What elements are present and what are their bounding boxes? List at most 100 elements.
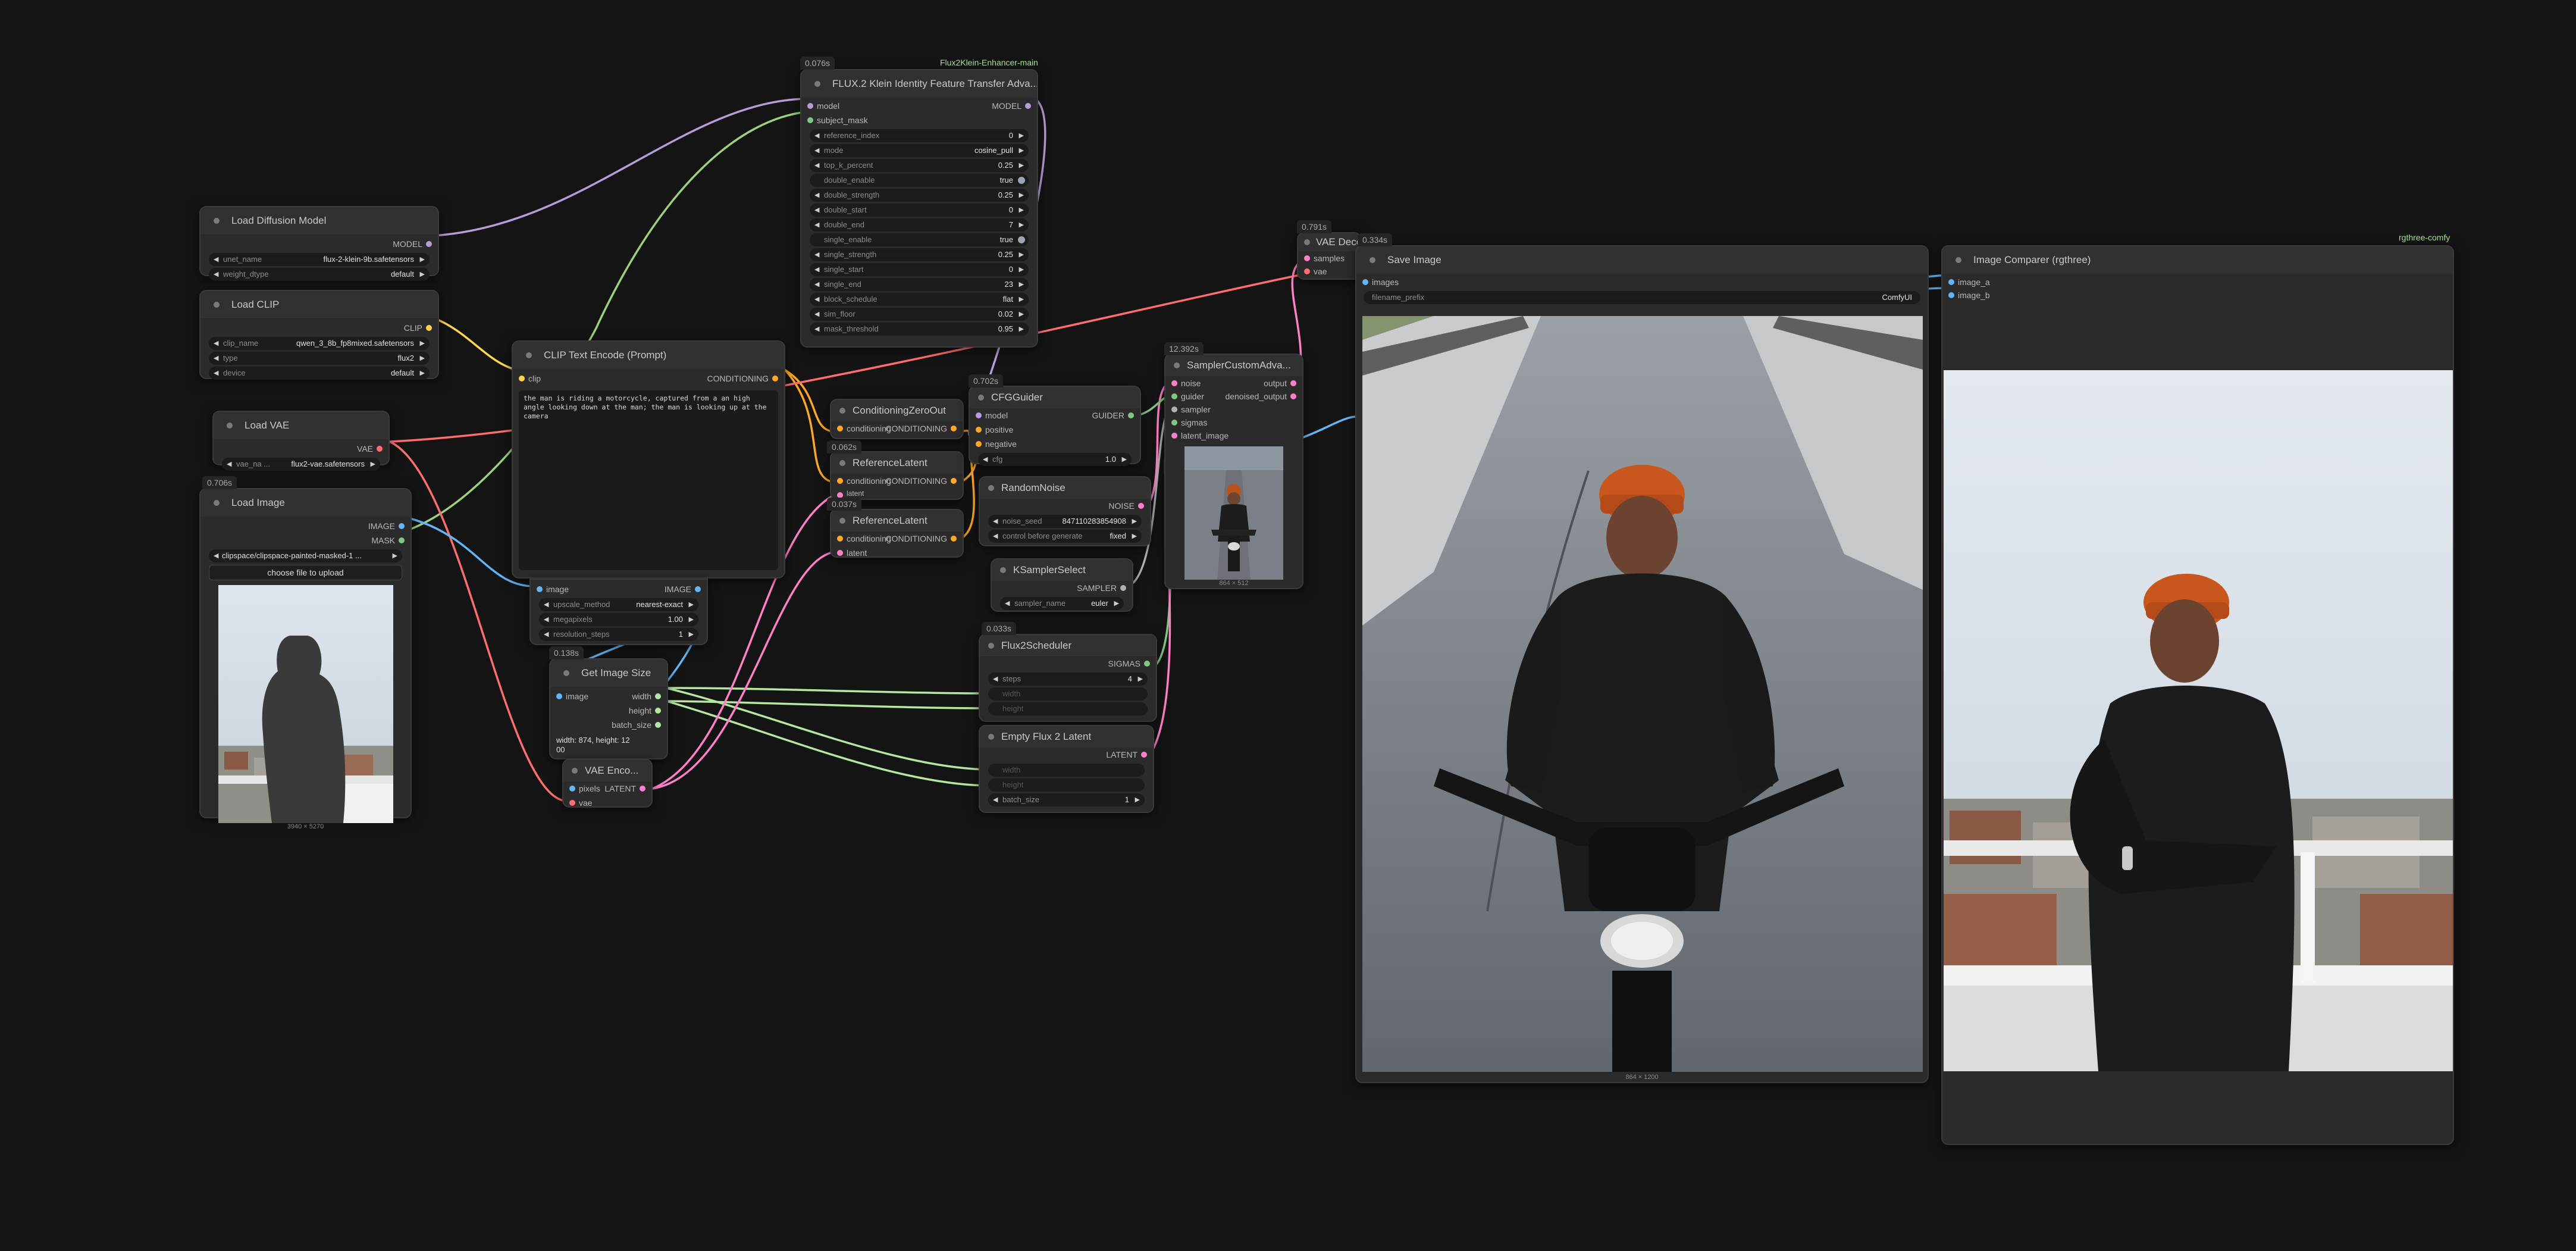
collapse-dot-icon[interactable] bbox=[1304, 239, 1310, 245]
arrow-left-icon[interactable]: ◀ bbox=[814, 144, 819, 157]
collapse-dot-icon[interactable] bbox=[988, 485, 994, 491]
collapse-dot-icon[interactable] bbox=[526, 352, 532, 358]
node-title[interactable]: SamplerCustomAdva... bbox=[1165, 355, 1302, 376]
output-mask[interactable]: MASK bbox=[371, 533, 405, 548]
widget-upscale-method[interactable]: ◀ upscale_method nearest-exact ▶ bbox=[539, 598, 698, 611]
output-noise[interactable]: NOISE bbox=[1108, 499, 1144, 513]
widget-vae-name[interactable]: ◀ vae_na ... flux2-vae.safetensors ▶ bbox=[222, 458, 380, 471]
node-vae-encode[interactable]: VAE Enco... pixels LATENT vae bbox=[562, 759, 653, 808]
widget-clip-name[interactable]: ◀ clip_name qwen_3_8b_fp8mixed.safetensors… bbox=[209, 337, 430, 350]
input-image-b[interactable]: image_b bbox=[1948, 288, 1990, 302]
output-vae[interactable]: VAE bbox=[357, 442, 383, 456]
output-height[interactable]: height bbox=[629, 703, 662, 718]
arrow-left-icon[interactable]: ◀ bbox=[214, 549, 218, 562]
node-sampler-custom-advanced[interactable]: SamplerCustomAdva... noise output guider… bbox=[1164, 354, 1303, 589]
node-vae-decode[interactable]: VAE Deco... samples vae bbox=[1297, 232, 1361, 280]
widget-mode[interactable]: ◀ mode cosine_pull ▶ bbox=[810, 144, 1029, 157]
output-batch-size[interactable]: batch_size bbox=[612, 718, 661, 732]
node-flux-identity-transfer[interactable]: FLUX.2 Klein Identity Feature Transfer A… bbox=[800, 69, 1038, 348]
arrow-left-icon[interactable]: ◀ bbox=[544, 613, 549, 626]
node-reference-latent-1[interactable]: ReferenceLatent conditioning CONDITIONIN… bbox=[830, 451, 964, 500]
input-samples[interactable]: samples bbox=[1304, 251, 1345, 265]
widget-image-file[interactable]: ◀ clipspace/clipspace-painted-masked-1 ..… bbox=[209, 549, 402, 562]
input-image-a[interactable]: image_a bbox=[1948, 275, 1990, 289]
collapse-dot-icon[interactable] bbox=[839, 518, 845, 524]
node-cfg-guider[interactable]: CFGGuider model GUIDER positive negative… bbox=[969, 386, 1141, 466]
widget-noise-seed[interactable]: ◀ noise_seed 847110283854908 ▶ bbox=[988, 515, 1142, 528]
node-title[interactable]: VAE Deco... bbox=[1298, 233, 1360, 251]
node-ksampler-select[interactable]: KSamplerSelect SAMPLER ◀ sampler_name eule… bbox=[991, 558, 1133, 612]
output-conditioning[interactable]: CONDITIONING bbox=[886, 474, 957, 488]
arrow-right-icon[interactable]: ▶ bbox=[420, 337, 425, 350]
arrow-left-icon[interactable]: ◀ bbox=[814, 159, 819, 172]
collapse-dot-icon[interactable] bbox=[839, 460, 845, 466]
input-negative[interactable]: negative bbox=[976, 437, 1017, 451]
arrow-right-icon[interactable]: ▶ bbox=[689, 598, 694, 611]
input-clip[interactable]: clip bbox=[519, 371, 541, 386]
arrow-left-icon[interactable]: ◀ bbox=[983, 453, 988, 466]
widget-top-k-percent[interactable]: ◀ top_k_percent 0.25 ▶ bbox=[810, 159, 1029, 172]
widget-block-schedule[interactable]: ◀ block_schedule flat ▶ bbox=[810, 293, 1029, 306]
node-load-image[interactable]: Load Image IMAGE MASK ◀ clipspace/clipspa… bbox=[199, 488, 412, 830]
input-image[interactable]: image bbox=[537, 582, 569, 596]
arrow-right-icon[interactable]: ▶ bbox=[1019, 204, 1024, 217]
arrow-right-icon[interactable]: ▶ bbox=[1132, 530, 1137, 543]
node-load-vae[interactable]: Load VAE VAE ◀ vae_na ... flux2-vae.safete… bbox=[212, 411, 390, 471]
widget-megapixels[interactable]: ◀ megapixels 1.00 ▶ bbox=[539, 613, 698, 626]
arrow-left-icon[interactable]: ◀ bbox=[544, 598, 549, 611]
widget-weight-dtype[interactable]: ◀ weight_dtype default ▶ bbox=[209, 268, 430, 281]
widget-sampler-name[interactable]: ◀ sampler_name euler ▶ bbox=[1000, 597, 1124, 610]
input-conditioning[interactable]: conditioning bbox=[837, 421, 891, 436]
arrow-right-icon[interactable]: ▶ bbox=[420, 253, 425, 266]
arrow-right-icon[interactable]: ▶ bbox=[1019, 159, 1024, 172]
arrow-left-icon[interactable]: ◀ bbox=[993, 793, 998, 806]
collapse-dot-icon[interactable] bbox=[988, 643, 994, 649]
input-latent-image[interactable]: latent_image bbox=[1171, 429, 1229, 443]
output-latent[interactable]: LATENT bbox=[1106, 748, 1147, 762]
output-clip[interactable]: CLIP bbox=[404, 321, 433, 335]
arrow-left-icon[interactable]: ◀ bbox=[993, 673, 998, 686]
widget-filename-prefix[interactable]: filename_prefix ComfyUI bbox=[1364, 291, 1920, 304]
arrow-right-icon[interactable]: ▶ bbox=[1019, 144, 1024, 157]
arrow-left-icon[interactable]: ◀ bbox=[214, 253, 218, 266]
input-conditioning[interactable]: conditioning bbox=[837, 474, 891, 488]
node-empty-flux2-latent[interactable]: Empty Flux 2 Latent LATENT width height … bbox=[979, 725, 1154, 813]
collapse-dot-icon[interactable] bbox=[839, 408, 845, 414]
node-title[interactable]: Flux2Scheduler bbox=[980, 635, 1156, 656]
node-title[interactable]: Save Image bbox=[1356, 246, 1928, 274]
toggle-knob-icon[interactable] bbox=[1018, 236, 1025, 243]
arrow-left-icon[interactable]: ◀ bbox=[993, 530, 998, 543]
output-image[interactable]: IMAGE bbox=[368, 519, 405, 533]
node-conditioning-zero-out[interactable]: ConditioningZeroOut conditioning CONDITI… bbox=[830, 399, 964, 439]
arrow-left-icon[interactable]: ◀ bbox=[814, 263, 819, 276]
arrow-left-icon[interactable]: ◀ bbox=[1005, 597, 1010, 610]
arrow-right-icon[interactable]: ▶ bbox=[1114, 597, 1119, 610]
node-title[interactable]: Get Image Size bbox=[550, 659, 667, 687]
arrow-left-icon[interactable]: ◀ bbox=[814, 308, 819, 321]
input-pixels[interactable]: pixels bbox=[569, 781, 600, 796]
widget-batch-size[interactable]: ◀ batch_size 1 ▶ bbox=[988, 793, 1145, 806]
upload-button[interactable]: choose file to upload bbox=[209, 565, 402, 580]
widget-cfg[interactable]: ◀ cfg 1.0 ▶ bbox=[978, 453, 1132, 466]
arrow-left-icon[interactable]: ◀ bbox=[214, 352, 218, 365]
output-latent[interactable]: LATENT bbox=[604, 781, 645, 796]
widget-double-end[interactable]: ◀ double_end 7 ▶ bbox=[810, 218, 1029, 232]
arrow-right-icon[interactable]: ▶ bbox=[420, 268, 425, 281]
arrow-right-icon[interactable]: ▶ bbox=[1135, 793, 1140, 806]
arrow-left-icon[interactable]: ◀ bbox=[814, 248, 819, 261]
arrow-right-icon[interactable]: ▶ bbox=[1019, 189, 1024, 202]
arrow-left-icon[interactable]: ◀ bbox=[814, 323, 819, 336]
output-conditioning[interactable]: CONDITIONING bbox=[886, 421, 957, 436]
collapse-dot-icon[interactable] bbox=[1174, 362, 1180, 368]
output-model[interactable]: MODEL bbox=[992, 99, 1031, 113]
output-image[interactable]: IMAGE bbox=[665, 582, 701, 596]
widget-single-end[interactable]: ◀ single_end 23 ▶ bbox=[810, 278, 1029, 291]
comparer-image-preview[interactable] bbox=[1944, 370, 2453, 1071]
arrow-right-icon[interactable]: ▶ bbox=[420, 367, 425, 380]
arrow-left-icon[interactable]: ◀ bbox=[214, 268, 218, 281]
node-clip-text-encode[interactable]: CLIP Text Encode (Prompt) clip CONDITION… bbox=[512, 340, 785, 578]
arrow-right-icon[interactable]: ▶ bbox=[420, 352, 425, 365]
output-model[interactable]: MODEL bbox=[393, 237, 432, 251]
widget-single-strength[interactable]: ◀ single_strength 0.25 ▶ bbox=[810, 248, 1029, 261]
widget-resolution-steps[interactable]: ◀ resolution_steps 1 ▶ bbox=[539, 628, 698, 641]
